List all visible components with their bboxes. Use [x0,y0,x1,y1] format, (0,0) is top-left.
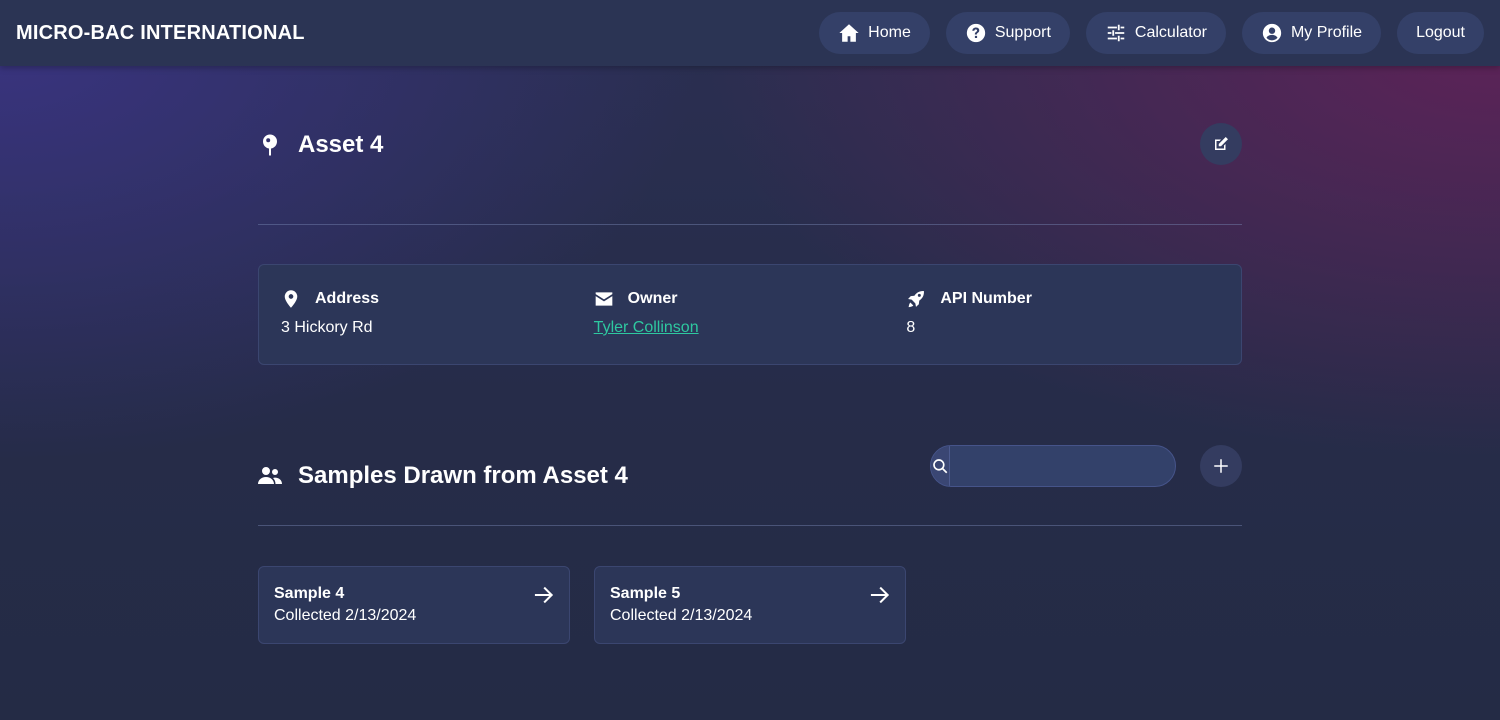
search-icon [933,459,948,474]
nav-logout-button[interactable]: Logout [1397,12,1484,54]
nav-support-label: Support [994,24,1051,41]
sample-card[interactable]: Sample 4 Collected 2/13/2024 [258,566,570,644]
asset-divider [258,224,1242,225]
add-sample-button[interactable] [1200,445,1242,487]
api-column: API Number 8 [906,287,1219,364]
address-label-row: Address [281,287,594,311]
question-circle-icon [966,23,986,43]
owner-label: Owner [627,290,678,307]
api-label: API Number [940,290,1032,307]
main-nav: Home Support Calculator My Profile Logou… [819,12,1484,54]
owner-link[interactable]: Tyler Collinson [594,319,907,337]
address-value: 3 Hickory Rd [281,319,373,336]
sample-collected-date: Collected 2/13/2024 [610,607,753,624]
api-value: 8 [906,319,916,336]
brand-title[interactable]: MICRO-BAC INTERNATIONAL [16,22,305,45]
nav-calculator-button[interactable]: Calculator [1085,12,1226,54]
asset-title: Asset 4 [298,131,384,158]
nav-home-button[interactable]: Home [819,12,930,54]
sample-search [930,445,1176,487]
nav-home-label: Home [868,24,911,41]
sliders-icon [1107,24,1125,42]
sample-name: Sample 5 [610,585,681,602]
page: MICRO-BAC INTERNATIONAL Home Support Cal… [0,0,1500,720]
arrow-right-icon[interactable] [533,585,555,605]
envelope-icon [595,292,613,306]
arrow-right-icon[interactable] [869,585,891,605]
asset-header: Asset 4 [258,66,1242,224]
sample-cards: Sample 4 Collected 2/13/2024 Sample 5 Co… [258,566,1242,644]
search-input[interactable] [950,446,1175,486]
asset-info-card: Address 3 Hickory Rd Owner Tyler Collins… [258,264,1242,365]
owner-label-row: Owner [594,287,907,311]
nav-profile-button[interactable]: My Profile [1241,12,1382,54]
address-label: Address [315,290,380,307]
plus-icon [1214,459,1228,473]
rocket-icon [908,291,925,308]
samples-divider [258,525,1242,526]
search-button[interactable] [931,446,950,486]
nav-calculator-label: Calculator [1134,24,1207,41]
api-label-row: API Number [906,287,1219,311]
nav-logout-label: Logout [1416,24,1465,41]
nav-profile-label: My Profile [1290,24,1363,41]
edit-asset-button[interactable] [1200,123,1242,165]
location-marker-icon [284,290,298,308]
user-circle-icon [1262,23,1282,43]
map-pin-icon [263,134,277,156]
address-column: Address 3 Hickory Rd [281,287,594,364]
sample-card[interactable]: Sample 5 Collected 2/13/2024 [594,566,906,644]
samples-header: Samples Drawn from Asset 4 [258,427,1242,525]
nav-support-button[interactable]: Support [945,12,1070,54]
sample-name: Sample 4 [274,585,345,602]
top-navbar: MICRO-BAC INTERNATIONAL Home Support Cal… [0,0,1500,66]
main-content: Asset 4 Address 3 Hickory Rd Owner Tyler… [258,66,1242,644]
users-icon [258,467,282,484]
edit-icon [1215,137,1228,150]
samples-title: Samples Drawn from Asset 4 [298,462,628,489]
owner-column: Owner Tyler Collinson [594,287,907,364]
home-icon [839,24,859,42]
sample-collected-date: Collected 2/13/2024 [274,607,417,624]
